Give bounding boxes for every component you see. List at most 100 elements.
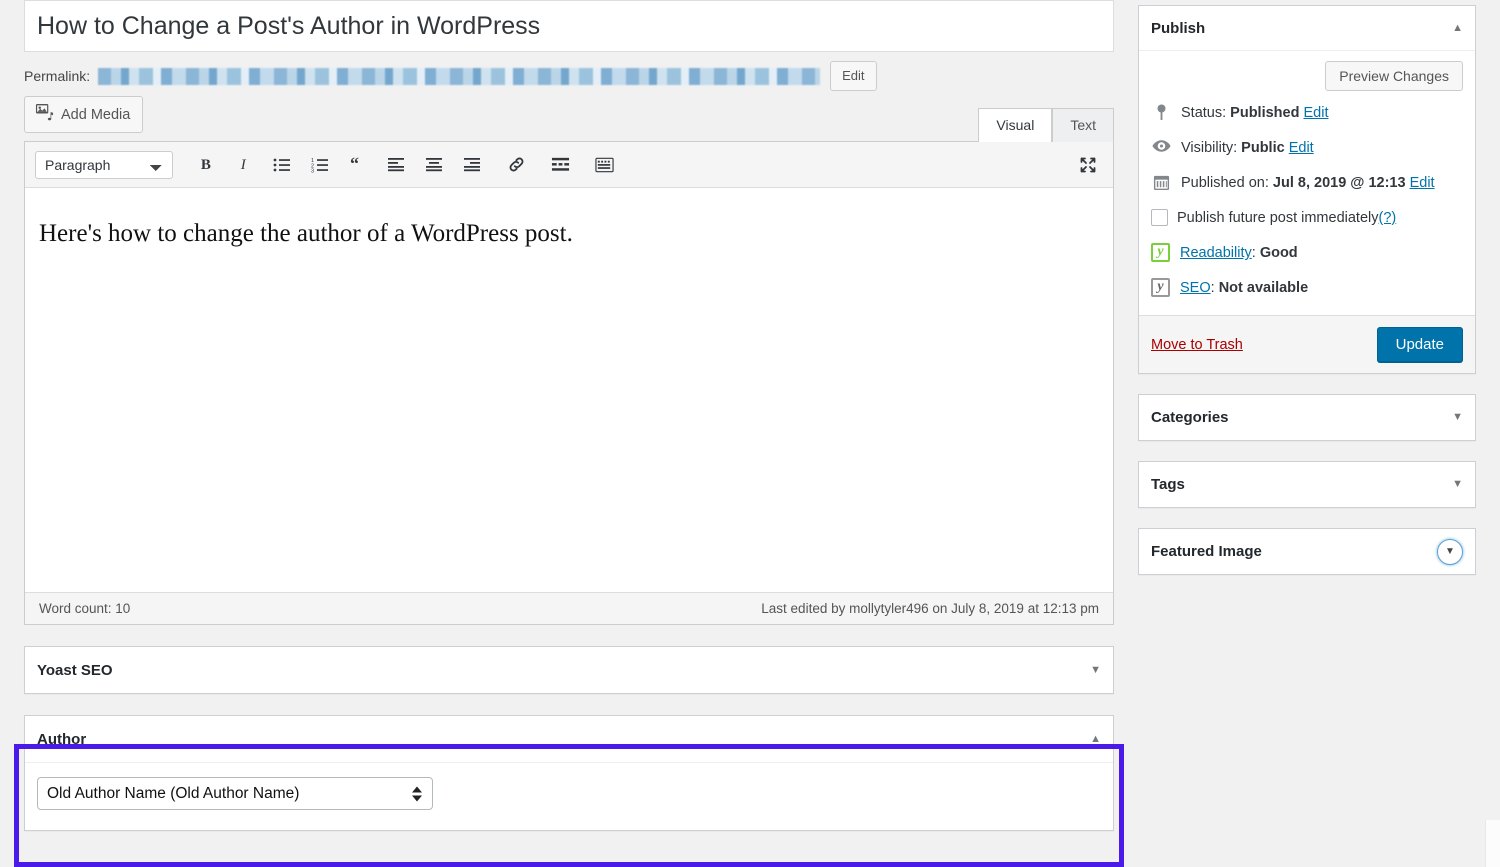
preview-changes-row: Preview Changes <box>1151 61 1463 91</box>
bold-icon[interactable]: B <box>191 150 221 180</box>
chevron-up-icon[interactable]: ▲ <box>1090 734 1101 745</box>
align-right-icon[interactable] <box>457 150 487 180</box>
status-value: Published <box>1230 105 1299 121</box>
panel-featured-image-title: Featured Image <box>1151 543 1262 560</box>
seo-text: SEO: Not available <box>1180 278 1308 299</box>
add-media-button[interactable]: Add Media <box>24 96 143 133</box>
panel-yoast-seo: Yoast SEO ▼ <box>24 646 1114 694</box>
editor-status-bar: Word count: 10 Last edited by mollytyler… <box>25 592 1113 624</box>
publish-footer: Move to Trash Update <box>1139 315 1475 373</box>
panel-publish-body: Preview Changes Status: Published Edit <box>1139 51 1475 315</box>
pin-icon <box>1151 103 1171 121</box>
italic-icon[interactable]: I <box>229 150 259 180</box>
align-center-icon[interactable] <box>419 150 449 180</box>
calendar-icon <box>1151 173 1171 191</box>
yoast-seo-icon: y <box>1151 278 1170 297</box>
visibility-value: Public <box>1241 140 1285 156</box>
panel-yoast-seo-header[interactable]: Yoast SEO ▼ <box>25 647 1113 693</box>
published-on-edit-link[interactable]: Edit <box>1410 175 1435 191</box>
last-edited-text: Last edited by mollytyler496 on July 8, … <box>761 601 1099 616</box>
preview-changes-button[interactable]: Preview Changes <box>1325 61 1463 91</box>
post-title-field[interactable] <box>24 0 1114 52</box>
toolbar-toggle-icon[interactable] <box>589 150 619 180</box>
blockquote-icon[interactable]: “ <box>343 150 373 180</box>
vertical-scrollbar[interactable] <box>1485 820 1500 867</box>
publish-future-label: Publish future post immediately <box>1177 210 1379 226</box>
post-body-paragraph: Here's how to change the author of a Wor… <box>39 216 1099 251</box>
visibility-edit-link[interactable]: Edit <box>1289 140 1314 156</box>
publish-date-text: Published on: Jul 8, 2019 @ 12:13 Edit <box>1181 173 1435 194</box>
permalink-edit-button[interactable]: Edit <box>830 61 876 91</box>
move-to-trash-link[interactable]: Move to Trash <box>1151 337 1243 353</box>
panel-publish: Publish ▲ Preview Changes Status: Publis… <box>1138 5 1476 374</box>
panel-author-header[interactable]: Author ▲ <box>25 716 1113 762</box>
permalink-row: Permalink: Edit <box>24 52 1114 96</box>
wordpress-post-editor: Permalink: Edit Add Media Visual Text <box>0 0 1500 867</box>
publish-date-row: Published on: Jul 8, 2019 @ 12:13 Edit <box>1151 173 1463 194</box>
content-editor: Paragraph B I 1 2 <box>24 141 1114 625</box>
author-select-wrapper: Old Author Name (Old Author Name) <box>37 777 433 810</box>
panel-author-title: Author <box>37 731 86 748</box>
panel-tags-header[interactable]: Tags ▼ <box>1139 462 1475 507</box>
link-icon[interactable] <box>501 150 531 180</box>
word-count: Word count: 10 <box>39 601 130 616</box>
publish-visibility-row: Visibility: Public Edit <box>1151 138 1463 159</box>
author-select[interactable]: Old Author Name (Old Author Name) <box>37 777 433 810</box>
panel-categories-header[interactable]: Categories ▼ <box>1139 395 1475 440</box>
panel-publish-title: Publish <box>1151 20 1205 37</box>
published-on-value: Jul 8, 2019 @ 12:13 <box>1273 175 1406 191</box>
media-and-tabs-row: Add Media Visual Text <box>24 96 1114 141</box>
add-media-label: Add Media <box>61 107 130 123</box>
tab-text[interactable]: Text <box>1052 108 1114 142</box>
yoast-readability-icon: y <box>1151 243 1170 262</box>
readability-link[interactable]: Readability <box>1180 245 1252 261</box>
svg-text:“: “ <box>350 157 359 173</box>
panel-featured-image-header[interactable]: Featured Image ▼ <box>1139 529 1475 574</box>
help-link[interactable]: (?) <box>1379 210 1397 226</box>
chevron-down-icon[interactable]: ▼ <box>1090 665 1101 676</box>
post-title-input[interactable] <box>35 11 1103 41</box>
chevron-down-icon[interactable]: ▼ <box>1452 479 1463 490</box>
editor-toolbar: Paragraph B I 1 2 <box>25 142 1113 188</box>
panel-publish-header[interactable]: Publish ▲ <box>1139 6 1475 51</box>
permalink-value-redacted[interactable] <box>98 68 820 85</box>
publish-future-checkbox[interactable] <box>1151 209 1168 226</box>
status-edit-link[interactable]: Edit <box>1304 105 1329 121</box>
seo-separator: : <box>1211 280 1215 296</box>
chevron-up-icon[interactable]: ▲ <box>1452 23 1463 34</box>
svg-text:I: I <box>239 157 246 173</box>
readability-row: y Readability: Good <box>1151 243 1463 264</box>
panel-tags: Tags ▼ <box>1138 461 1476 508</box>
panel-categories: Categories ▼ <box>1138 394 1476 441</box>
fullscreen-icon[interactable] <box>1073 150 1103 180</box>
post-editor-main-column: Permalink: Edit Add Media Visual Text <box>24 0 1114 831</box>
publish-status-text: Status: Published Edit <box>1181 103 1329 124</box>
chevron-down-icon[interactable]: ▼ <box>1437 539 1463 565</box>
panel-author-body: Old Author Name (Old Author Name) <box>25 762 1113 830</box>
svg-text:B: B <box>200 157 210 173</box>
panel-categories-title: Categories <box>1151 409 1229 426</box>
publish-status-row: Status: Published Edit <box>1151 103 1463 124</box>
update-button[interactable]: Update <box>1377 327 1463 362</box>
add-media-icon <box>35 103 54 126</box>
seo-link[interactable]: SEO <box>1180 280 1211 296</box>
publish-future-post-row: Publish future post immediately(?) <box>1151 208 1463 229</box>
status-label: Status: <box>1181 105 1226 121</box>
paragraph-format-select[interactable]: Paragraph <box>35 151 173 179</box>
panel-author: Author ▲ Old Author Name (Old Author Nam… <box>24 715 1114 831</box>
editor-mode-tabs: Visual Text <box>978 107 1114 141</box>
chevron-down-icon[interactable]: ▼ <box>1452 412 1463 423</box>
panel-yoast-seo-title: Yoast SEO <box>37 662 113 679</box>
panel-tags-title: Tags <box>1151 476 1185 493</box>
seo-row: y SEO: Not available <box>1151 278 1463 299</box>
numbered-list-icon[interactable]: 1 2 3 <box>305 150 335 180</box>
readability-text: Readability: Good <box>1180 243 1298 264</box>
permalink-label: Permalink: <box>24 68 90 84</box>
align-left-icon[interactable] <box>381 150 411 180</box>
post-body-content[interactable]: Here's how to change the author of a Wor… <box>25 188 1113 592</box>
read-more-icon[interactable] <box>545 150 575 180</box>
tab-visual[interactable]: Visual <box>978 108 1052 142</box>
seo-value: Not available <box>1219 280 1308 296</box>
bulleted-list-icon[interactable] <box>267 150 297 180</box>
visibility-label: Visibility: <box>1181 140 1237 156</box>
